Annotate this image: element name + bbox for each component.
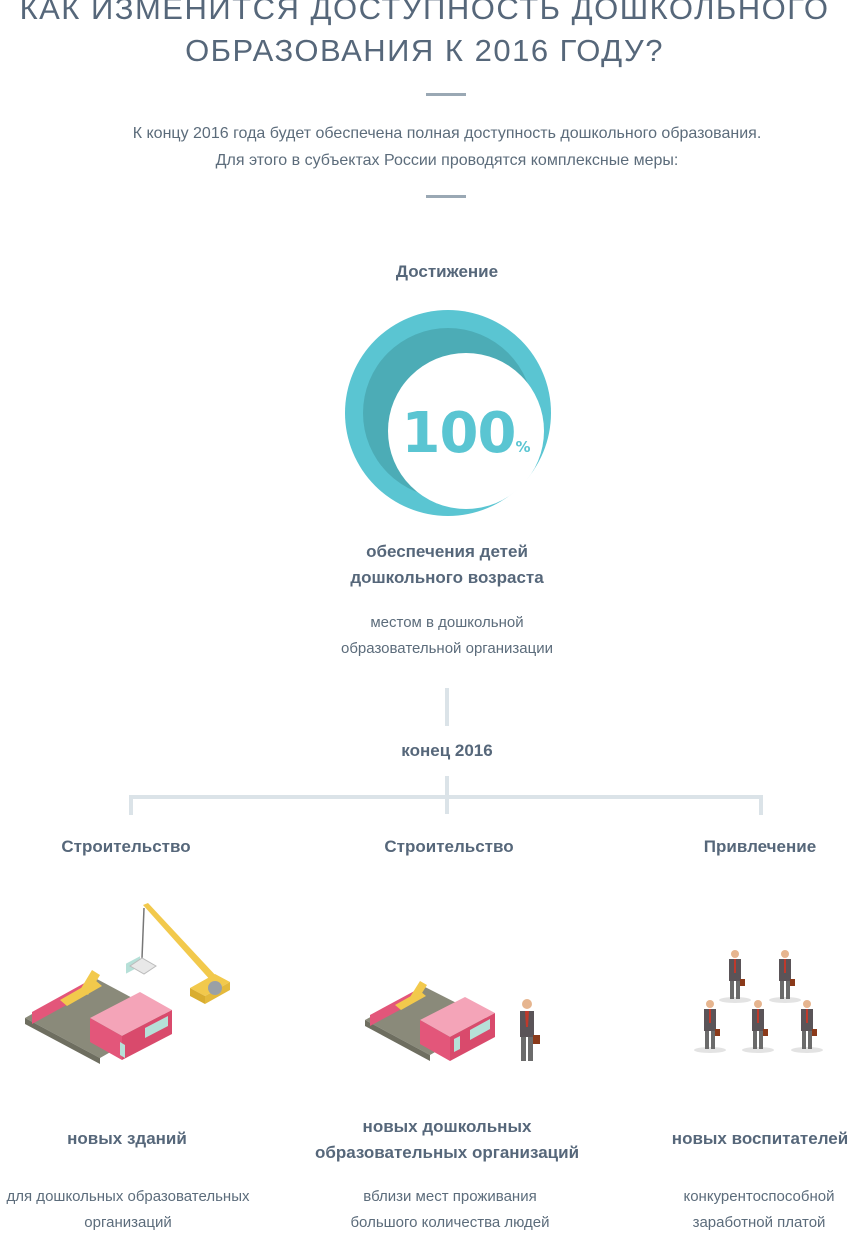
column-3-sub-line-2: заработной платой xyxy=(692,1214,826,1231)
column-2-title: Строительство xyxy=(384,837,514,856)
column-3-bold-line-1: новых воспитателей xyxy=(671,1129,849,1148)
column-1-sub-line-2: организаций xyxy=(84,1214,172,1231)
person-icon xyxy=(791,1000,823,1053)
progress-ring-inner: 100% xyxy=(363,328,544,509)
achievement-title-line-2: дошкольного возраста xyxy=(350,568,544,587)
progress-ring-core: 100% xyxy=(388,353,544,509)
intro-line-2: Для этого в субъектах России проводятся … xyxy=(215,152,679,169)
connector-top xyxy=(445,688,449,726)
column-1-bold-line-1: новых зданий xyxy=(67,1129,187,1148)
intro-text: К концу 2016 года будет обеспечена полна… xyxy=(0,120,849,174)
column-1-title: Строительство xyxy=(61,837,191,856)
achievement-sub-line-1: местом в дошкольной xyxy=(370,614,524,631)
person-icon xyxy=(694,1000,726,1053)
column-2-sub-line-1: вблизи мест проживания xyxy=(363,1188,537,1205)
building-with-person-icon xyxy=(365,981,540,1061)
column-2-sub-line-2: большого количества людей xyxy=(350,1214,550,1231)
column-2-sub: вблизи мест проживания большого количест… xyxy=(310,1184,590,1236)
achievement-label: Достижение xyxy=(395,262,499,281)
title-line-2: образования к 2016 году? xyxy=(185,33,664,68)
person-icon xyxy=(742,1000,774,1053)
construction-crane-icon xyxy=(25,903,230,1064)
achievement-title: обеспечения детей дошкольного возраста xyxy=(0,539,849,591)
column-1-sub-line-1: для дошкольных образовательных xyxy=(6,1188,250,1205)
connector-left xyxy=(129,795,133,815)
deadline-label: конец 2016 xyxy=(401,741,493,760)
column-2-bold-line-1: новых дошкольных xyxy=(362,1117,532,1136)
column-3-bold: новых воспитателей xyxy=(660,1126,849,1152)
group-of-people-icon xyxy=(694,950,823,1053)
divider-bottom xyxy=(426,195,466,198)
achievement-value: 100% xyxy=(388,401,544,466)
column-2-bold-line-2: образовательных организаций xyxy=(314,1143,580,1162)
column-2-bold: новых дошкольных образовательных организ… xyxy=(297,1114,597,1166)
achievement-title-line-1: обеспечения детей xyxy=(366,542,528,561)
connector-horizontal xyxy=(129,795,763,799)
connector-right xyxy=(759,795,763,815)
column-1-sub: для дошкольных образовательных организац… xyxy=(0,1184,256,1236)
column-3-sub: конкурентоспособной заработной платой xyxy=(659,1184,849,1236)
intro-line-1: К концу 2016 года будет обеспечена полна… xyxy=(132,125,762,142)
column-3-sub-line-1: конкурентоспособной xyxy=(683,1188,835,1205)
person-icon xyxy=(769,950,801,1003)
progress-ring: 100% xyxy=(345,310,551,516)
column-1-bold: новых зданий xyxy=(0,1126,254,1152)
person-icon xyxy=(719,950,751,1003)
achievement-unit: % xyxy=(515,438,531,456)
achievement-number: 100 xyxy=(401,401,517,466)
page-title: Как изменится доступность дошкольного об… xyxy=(0,0,849,72)
achievement-sub-line-2: образовательной организации xyxy=(341,640,553,657)
title-line-1: Как изменится доступность дошкольного xyxy=(19,0,830,26)
achievement-subtitle: местом в дошкольной образовательной орга… xyxy=(0,610,849,662)
column-3-title: Привлечение xyxy=(703,837,817,856)
divider-top xyxy=(426,93,466,96)
